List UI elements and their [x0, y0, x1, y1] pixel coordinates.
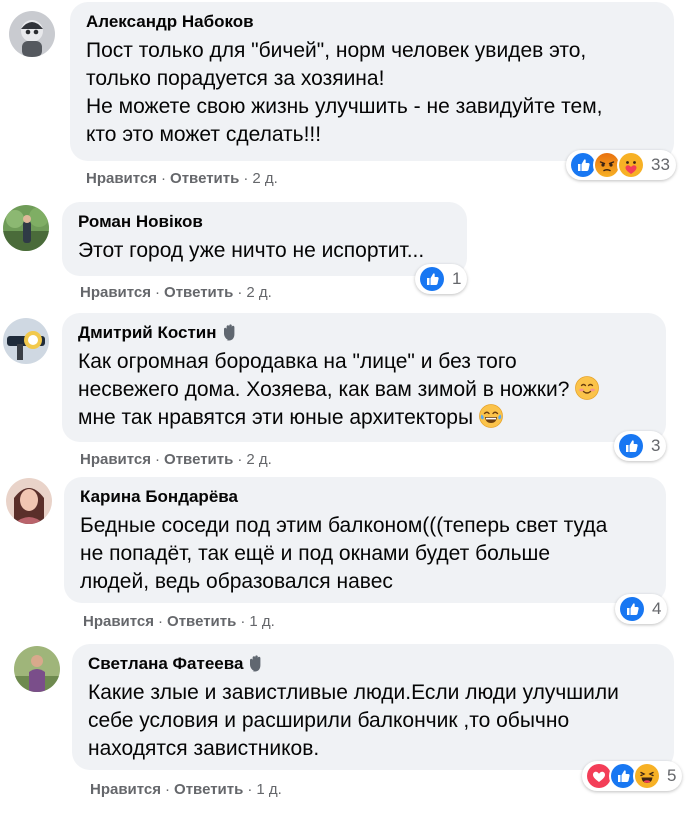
reaction-summary[interactable]: 4: [615, 594, 668, 624]
comment-time[interactable]: 1 д.: [256, 781, 281, 798]
separator: ·: [237, 451, 243, 468]
comment-text: Как огромная бородавка на "лице" и без т…: [78, 348, 650, 432]
reaction-summary[interactable]: 3: [614, 431, 667, 461]
author-name[interactable]: Светлана Фатеева: [88, 653, 243, 675]
separator: ·: [161, 170, 167, 187]
like-button[interactable]: Нравится: [90, 781, 161, 798]
comment-actions: Нравится · Ответить · 1 д.: [83, 612, 275, 632]
comment-author[interactable]: Дмитрий Костин: [78, 322, 650, 344]
comment-text-part: Как огромная бородавка на "лице" и без т…: [78, 350, 570, 401]
comment-author[interactable]: Светлана Фатеева: [88, 653, 658, 675]
comment-text: Бедные соседи под этим балконом(((теперь…: [80, 514, 608, 593]
reaction-summary[interactable]: 1: [415, 264, 468, 294]
comment-text: Какие злые и завистливые люди.Если люди …: [88, 681, 619, 760]
reply-button[interactable]: Ответить: [164, 451, 233, 468]
wave-icon: [247, 654, 267, 674]
wave-icon: [221, 323, 241, 343]
author-name[interactable]: Карина Бондарёва: [80, 486, 238, 508]
comment-time[interactable]: 2 д.: [252, 170, 277, 187]
blush-emoji-icon: [575, 376, 599, 400]
reaction-count: 5: [667, 766, 677, 785]
reply-button[interactable]: Ответить: [167, 613, 236, 630]
comment-bubble: Светлана Фатеева Какие злые и завистливы…: [72, 644, 674, 770]
comment-text: Этот город уже ничто не испортит...: [78, 239, 425, 262]
like-button[interactable]: Нравится: [80, 451, 151, 468]
separator: ·: [158, 613, 164, 630]
comment-actions: Нравится · Ответить · 2 д.: [86, 169, 278, 189]
comment-time[interactable]: 2 д.: [246, 284, 271, 301]
reply-button[interactable]: Ответить: [170, 170, 239, 187]
comment-author[interactable]: Александр Набоков: [86, 11, 658, 33]
separator: ·: [243, 170, 249, 187]
author-name[interactable]: Дмитрий Костин: [78, 322, 217, 344]
reaction-count: 1: [452, 269, 462, 288]
separator: ·: [247, 781, 253, 798]
comment-author[interactable]: Роман Новіков: [78, 211, 451, 233]
reply-button[interactable]: Ответить: [164, 284, 233, 301]
reaction-summary[interactable]: 5: [582, 761, 683, 791]
reply-button[interactable]: Ответить: [174, 781, 243, 798]
separator: ·: [155, 451, 161, 468]
comment-text-part: мне так нравятся эти юные архитекторы: [78, 406, 474, 429]
separator: ·: [237, 284, 243, 301]
reaction-summary[interactable]: 33: [566, 150, 676, 180]
comment-author[interactable]: Карина Бондарёва: [80, 486, 650, 508]
avatar[interactable]: [9, 11, 55, 57]
like-button[interactable]: Нравится: [80, 284, 151, 301]
comment-bubble: Роман Новіков Этот город уже ничто не ис…: [62, 202, 467, 276]
comment-bubble: Александр Набоков Пост только для "бичей…: [70, 2, 674, 161]
like-button[interactable]: Нравится: [86, 170, 157, 187]
comment-actions: Нравится · Ответить · 2 д.: [80, 283, 272, 303]
tears-of-joy-emoji-icon: [479, 404, 503, 428]
reaction-count: 4: [652, 599, 662, 618]
like-icon: [418, 265, 446, 293]
care-icon: [617, 151, 645, 179]
reaction-count: 3: [651, 436, 661, 455]
separator: ·: [155, 284, 161, 301]
haha-icon: [633, 762, 661, 790]
separator: ·: [240, 613, 246, 630]
comment-time[interactable]: 1 д.: [249, 613, 274, 630]
avatar[interactable]: [3, 205, 49, 251]
separator: ·: [165, 781, 171, 798]
author-name[interactable]: Роман Новіков: [78, 211, 203, 233]
comment-actions: Нравится · Ответить · 1 д.: [90, 780, 282, 800]
avatar[interactable]: [3, 318, 49, 364]
avatar[interactable]: [6, 478, 52, 524]
comment-text: Пост только для "бичей", норм человек ув…: [86, 39, 603, 146]
author-name[interactable]: Александр Набоков: [86, 11, 254, 33]
avatar[interactable]: [14, 646, 60, 692]
comment-actions: Нравится · Ответить · 2 д.: [80, 450, 272, 470]
comment-bubble: Карина Бондарёва Бедные соседи под этим …: [64, 477, 666, 603]
like-button[interactable]: Нравится: [83, 613, 154, 630]
like-icon: [617, 432, 645, 460]
comment-bubble: Дмитрий Костин Как огромная бородавка на…: [62, 313, 666, 442]
like-icon: [618, 595, 646, 623]
comment-time[interactable]: 2 д.: [246, 451, 271, 468]
reaction-count: 33: [651, 155, 670, 174]
